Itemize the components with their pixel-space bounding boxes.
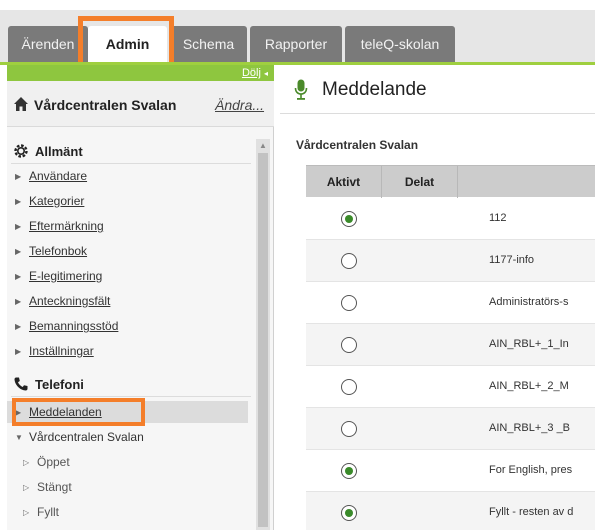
table-row[interactable]: AIN_RBL+_1_In: [306, 324, 595, 366]
tab-rapporter[interactable]: Rapporter: [250, 26, 342, 62]
sidebar-item-anteckningsfalt[interactable]: ▶ Anteckningsfält: [15, 294, 110, 308]
organization-row: Vårdcentralen Svalan Ändra...: [7, 81, 274, 127]
expand-arrow-icon: ▶: [15, 196, 22, 206]
active-radio[interactable]: [341, 337, 357, 353]
admin-tab-highlight: [78, 16, 174, 66]
expand-arrow-icon: ▷: [23, 457, 30, 467]
sidebar-item-installningar[interactable]: ▶ Inställningar: [15, 344, 94, 358]
sidebar-item-label: Vårdcentralen Svalan: [29, 430, 144, 444]
page-title: Meddelande: [294, 79, 427, 101]
title-divider: [280, 113, 595, 114]
sidebar-subitem-oppet[interactable]: ▷ Öppet: [23, 455, 70, 469]
active-radio[interactable]: [341, 505, 357, 521]
sidebar-subitem-stangt[interactable]: ▷ Stängt: [23, 480, 72, 494]
organization-name: Vårdcentralen Svalan: [34, 97, 177, 113]
organization-label: Vårdcentralen Svalan: [296, 138, 419, 152]
expand-arrow-icon: ▶: [15, 171, 22, 181]
change-organization-link[interactable]: Ändra...: [215, 97, 264, 113]
tab-teleq-skolan[interactable]: teleQ-skolan: [345, 26, 455, 62]
sidebar-item-eftermarkning[interactable]: ▶ Eftermärkning: [15, 219, 104, 233]
expand-arrow-icon: ▷: [23, 507, 30, 517]
main-panel: Meddelande Vårdcentralen Svalan Aktivt D…: [280, 65, 595, 530]
table-row[interactable]: Administratörs-s: [306, 282, 595, 324]
expand-arrow-icon: ▶: [15, 246, 22, 256]
page-title-text: Meddelande: [322, 79, 427, 100]
expand-arrow-icon: ▶: [15, 221, 22, 231]
sidebar-item-label: E-legitimering: [29, 269, 103, 283]
active-radio[interactable]: [341, 295, 357, 311]
tab-schema[interactable]: Schema: [170, 26, 247, 62]
section-general: Allmänt: [13, 143, 83, 159]
sidebar-item-label: Telefonbok: [29, 244, 88, 258]
active-radio[interactable]: [341, 211, 357, 227]
table-header: Aktivt Delat: [306, 165, 595, 198]
sidebar-item-label: Stängt: [37, 480, 72, 494]
table-row[interactable]: 112: [306, 198, 595, 240]
table-row[interactable]: AIN_RBL+_3 _B: [306, 408, 595, 450]
sidebar-item-vardcentralen-svalan[interactable]: ▼ Vårdcentralen Svalan: [15, 430, 144, 444]
hide-sidebar-link[interactable]: Dölj: [242, 67, 261, 79]
table-row[interactable]: 1177-info: [306, 240, 595, 282]
message-name: Administratörs-s: [489, 296, 569, 308]
sidebar-hide-bar: Dölj ◂: [7, 65, 274, 81]
active-radio[interactable]: [341, 463, 357, 479]
column-header-name[interactable]: [458, 166, 595, 198]
expand-arrow-icon: ▶: [15, 321, 22, 331]
table-row[interactable]: AIN_RBL+_2_M: [306, 366, 595, 408]
sidebar-scrollbar[interactable]: ▲: [256, 139, 270, 530]
home-icon: [14, 97, 28, 111]
section-telephony-title: Telefoni: [35, 376, 84, 392]
active-radio[interactable]: [341, 379, 357, 395]
section-divider: [11, 396, 251, 397]
column-header-aktivt[interactable]: Aktivt: [306, 166, 382, 198]
message-name: 1177-info: [489, 254, 535, 266]
column-header-delat[interactable]: Delat: [382, 166, 458, 198]
scroll-up-arrow-icon[interactable]: ▲: [259, 141, 267, 150]
sidebar-item-label: Inställningar: [29, 344, 94, 358]
sidebar-item-label: Bemanningsstöd: [29, 319, 119, 333]
table-row[interactable]: For English, pres: [306, 450, 595, 492]
sidebar-item-e-legitimering[interactable]: ▶ E-legitimering: [15, 269, 102, 283]
sidebar-item-anvandare[interactable]: ▶ Användare: [15, 169, 87, 183]
expand-arrow-icon: ▶: [15, 346, 22, 356]
sidebar-item-label: Fyllt: [37, 505, 59, 519]
sidebar-item-label: Öppet: [37, 455, 70, 469]
sidebar-item-label: Anteckningsfält: [29, 294, 111, 308]
microphone-icon: [294, 79, 308, 100]
collapse-arrow-icon[interactable]: ◂: [264, 69, 268, 78]
expand-arrow-icon: ▶: [15, 296, 22, 306]
section-divider: [11, 163, 251, 164]
meddelanden-highlight: [12, 398, 145, 426]
sidebar-item-kategorier[interactable]: ▶ Kategorier: [15, 194, 84, 208]
table-row[interactable]: Fyllt - resten av d: [306, 492, 595, 530]
sidebar-item-telefonbok[interactable]: ▶ Telefonbok: [15, 244, 87, 258]
message-name: Fyllt - resten av d: [489, 506, 574, 518]
section-telephony: Telefoni: [13, 376, 84, 392]
gear-icon: [14, 144, 28, 158]
top-navigation: Ärenden Admin Schema Rapporter teleQ-sko…: [0, 0, 595, 66]
sidebar-item-label: Användare: [29, 169, 88, 183]
sidebar-item-bemanningsstod[interactable]: ▶ Bemanningsstöd: [15, 319, 118, 333]
message-name: For English, pres: [489, 464, 573, 476]
message-name: AIN_RBL+_2_M: [489, 380, 569, 392]
collapse-arrow-icon: ▼: [15, 432, 23, 442]
section-general-title: Allmänt: [35, 143, 83, 159]
active-radio[interactable]: [341, 421, 357, 437]
message-name: AIN_RBL+_1_In: [489, 338, 569, 350]
scrollbar-thumb[interactable]: [258, 153, 268, 527]
active-radio[interactable]: [341, 253, 357, 269]
expand-arrow-icon: ▷: [23, 482, 30, 492]
sidebar-item-label: Eftermärkning: [29, 219, 104, 233]
phone-icon: [14, 377, 28, 391]
expand-arrow-icon: ▶: [15, 271, 22, 281]
message-name: 112: [489, 212, 507, 224]
sidebar-subitem-fyllt[interactable]: ▷ Fyllt: [23, 505, 59, 519]
message-name: AIN_RBL+_3 _B: [489, 422, 571, 434]
sidebar-item-label: Kategorier: [29, 194, 85, 208]
sidebar: Dölj ◂ Vårdcentralen Svalan Ändra... ▲ A…: [7, 65, 274, 530]
tab-arenden[interactable]: Ärenden: [8, 26, 88, 62]
